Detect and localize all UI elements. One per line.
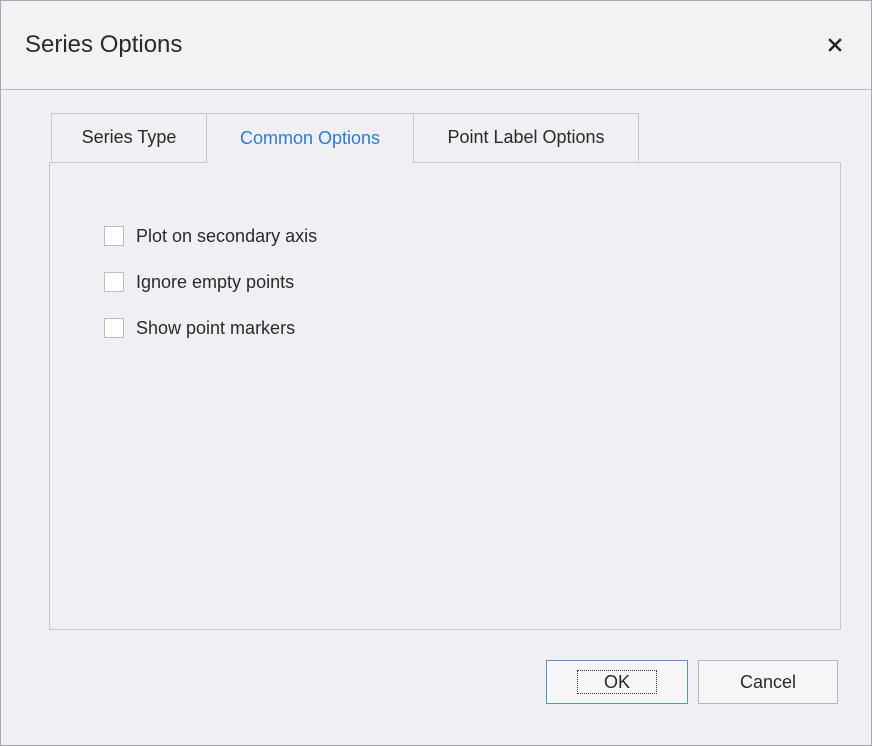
- cancel-button-label: Cancel: [739, 671, 797, 692]
- plot-secondary-axis-checkbox[interactable]: [104, 226, 124, 246]
- tab-point-label-options[interactable]: Point Label Options: [413, 113, 639, 161]
- common-options-panel: Plot on secondary axis Ignore empty poin…: [49, 162, 841, 630]
- tab-label: Point Label Options: [447, 127, 605, 147]
- close-button[interactable]: [821, 31, 849, 59]
- ok-button[interactable]: OK: [546, 660, 688, 704]
- series-options-dialog: Series Options Series Type Common Option…: [0, 0, 872, 746]
- ok-button-label: OK: [576, 670, 657, 694]
- title-bar: Series Options: [1, 1, 871, 90]
- show-point-markers-checkbox[interactable]: [104, 318, 124, 338]
- ignore-empty-points-checkbox[interactable]: [104, 272, 124, 292]
- tab-label: Common Options: [239, 128, 381, 148]
- plot-secondary-axis-option[interactable]: Plot on secondary axis: [104, 225, 317, 247]
- tab-label: Series Type: [81, 127, 177, 147]
- ignore-empty-points-option[interactable]: Ignore empty points: [104, 271, 294, 293]
- tab-strip: Series Type Common Options Point Label O…: [51, 113, 639, 163]
- tab-series-type[interactable]: Series Type: [51, 113, 207, 161]
- option-label: Ignore empty points: [136, 272, 295, 292]
- close-icon: [828, 38, 842, 52]
- dialog-title: Series Options: [25, 31, 183, 58]
- option-label: Plot on secondary axis: [136, 226, 318, 246]
- option-label: Show point markers: [136, 318, 296, 338]
- cancel-button[interactable]: Cancel: [698, 660, 838, 704]
- tab-common-options[interactable]: Common Options: [206, 113, 414, 163]
- show-point-markers-option[interactable]: Show point markers: [104, 317, 295, 339]
